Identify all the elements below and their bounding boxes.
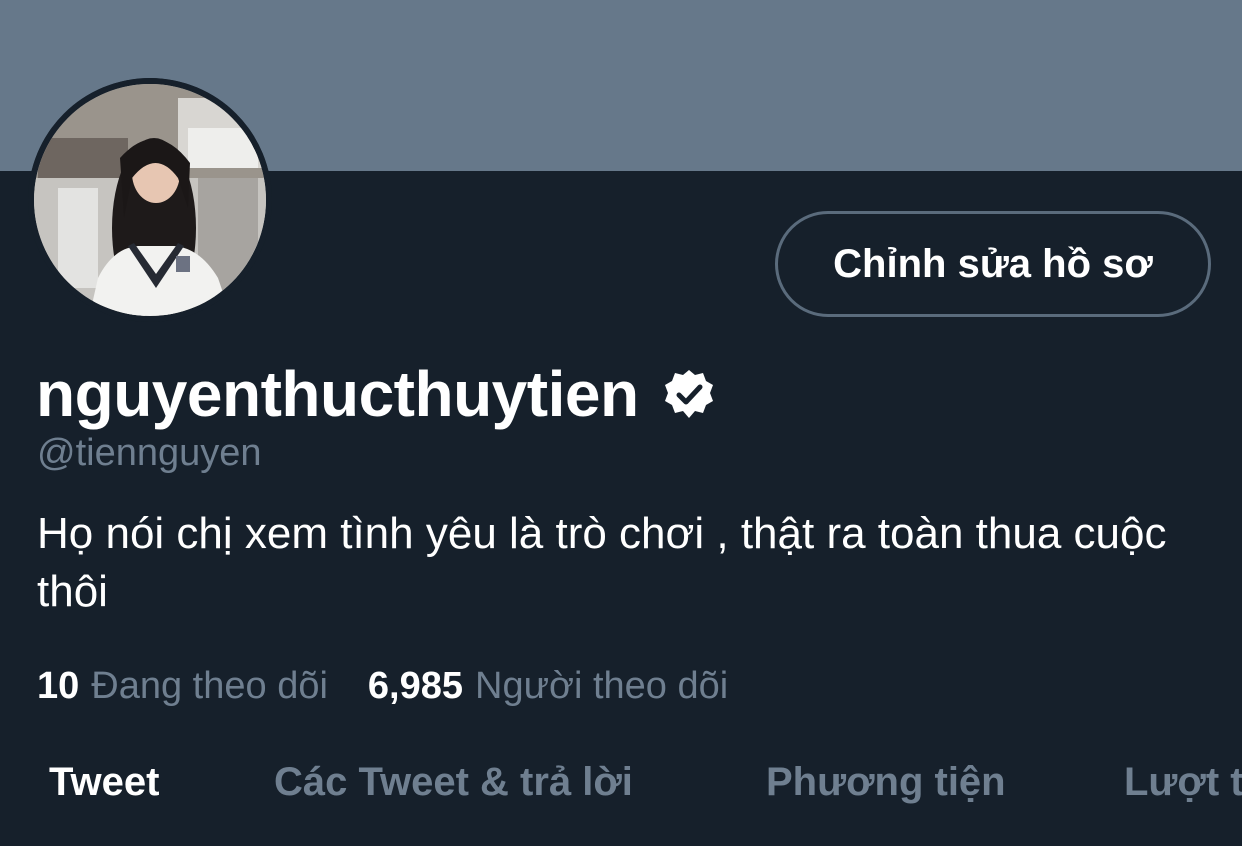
profile-tabs: Tweet Các Tweet & trả lời Phương tiện Lư… (0, 760, 1242, 820)
profile-page: Chỉnh sửa hồ sơ nguyenthucthuytien @tien… (0, 0, 1242, 846)
tab-tweets[interactable]: Tweet (49, 760, 159, 805)
verified-badge-icon (663, 368, 715, 420)
following-count: 10 (37, 665, 80, 707)
tab-likes[interactable]: Lượt thích (1124, 760, 1242, 805)
profile-handle: @tiennguyen (37, 432, 262, 474)
profile-avatar[interactable] (28, 78, 272, 322)
display-name: nguyenthucthuytien (36, 358, 639, 430)
profile-stats: 10 Đang theo dõi 6,985 Người theo dõi (37, 665, 728, 708)
followers-label: Người theo dõi (475, 665, 729, 707)
name-row: nguyenthucthuytien (36, 352, 715, 436)
avatar-photo (28, 78, 272, 322)
following-label: Đang theo dõi (91, 665, 328, 707)
followers-stat[interactable]: 6,985 Người theo dõi (368, 665, 728, 708)
tab-tweets-and-replies[interactable]: Các Tweet & trả lời (274, 760, 633, 805)
following-stat[interactable]: 10 Đang theo dõi (37, 665, 328, 708)
profile-bio: Họ nói chị xem tình yêu là trò chơi , th… (37, 509, 1167, 616)
tab-media[interactable]: Phương tiện (766, 760, 1006, 805)
followers-count: 6,985 (367, 665, 464, 707)
edit-profile-button[interactable]: Chỉnh sửa hồ sơ (775, 211, 1211, 317)
